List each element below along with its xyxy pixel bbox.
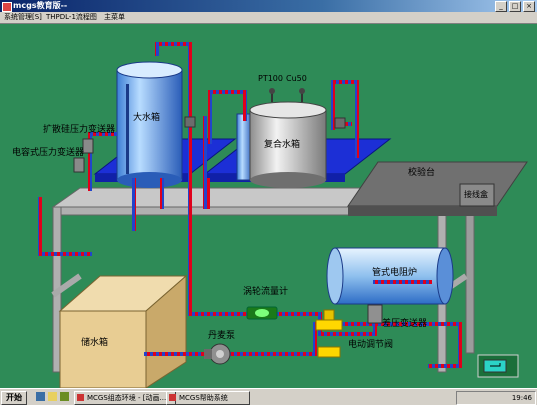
calibration-bench-front	[348, 206, 497, 216]
label-composite-tank: 复合水箱	[264, 140, 301, 150]
ie-icon[interactable]	[36, 392, 45, 401]
label-storage-tank: 储水箱	[81, 338, 109, 348]
process-diagram: 大水箱 复合水箱 扩散硅压力变送器 电容式压力变送器 PT100 Cu50 校验…	[0, 24, 537, 389]
menu-main-menu[interactable]: 主菜单	[104, 12, 125, 23]
label-big-tank: 大水箱	[133, 113, 161, 123]
label-tubular-furnace: 管式电阻炉	[372, 268, 418, 278]
menu-bar: 系统管理[S] THPDL-1流程图 主菜单	[0, 12, 537, 24]
taskbar-item-mcgs-config[interactable]: MCGS组态环境 - [动画...	[74, 391, 176, 405]
label-diffused-silicon-transmitter: 扩散硅压力变送器	[43, 125, 116, 135]
folder-icon[interactable]	[48, 392, 57, 401]
label-electric-valve: 电动调节阀	[348, 340, 394, 350]
close-button[interactable]: ×	[523, 1, 535, 12]
system-tray: 19:46	[456, 391, 536, 405]
dp-transmitter[interactable]	[367, 304, 383, 324]
menu-system-management[interactable]: 系统管理[S]	[4, 12, 42, 23]
label-dp-transmitter: 差压变送器	[382, 319, 428, 329]
label-pump: 丹麦泵	[208, 331, 236, 341]
app-icon	[2, 2, 12, 12]
flowmeter[interactable]	[246, 306, 278, 320]
taskbar-item-mcgs-help[interactable]: MCGS帮助系统	[166, 391, 250, 405]
big-tank	[116, 61, 183, 188]
mcgs-icon	[77, 394, 84, 401]
label-calibration-bench: 校验台	[408, 168, 436, 178]
exit-icon[interactable]	[477, 354, 519, 378]
menu-thpdl-flowchart[interactable]: THPDL-1流程图	[46, 12, 97, 23]
window-title: mcgs教育版--	[13, 1, 68, 10]
label-cu50: Cu50	[286, 74, 307, 83]
minimize-button[interactable]: _	[495, 1, 507, 12]
label-turbine-flowmeter: 涡轮流量计	[243, 287, 289, 297]
maximize-button[interactable]: □	[509, 1, 521, 12]
label-capacitive-transmitter: 电容式压力变送器	[12, 148, 85, 158]
label-junction-box: 接线盒	[464, 190, 488, 199]
desktop-icon[interactable]	[60, 392, 69, 401]
taskbar: 开始 MCGS组态环境 - [动画... MCGS帮助系统 19:46	[0, 388, 537, 405]
storage-tank	[58, 274, 188, 389]
label-pt100: PT100	[258, 74, 283, 83]
title-bar: mcgs教育版-- _ □ ×	[0, 0, 537, 12]
clock: 19:46	[511, 394, 532, 402]
help-icon	[169, 394, 176, 401]
start-button[interactable]: 开始	[1, 391, 27, 405]
start-label: 开始	[6, 393, 22, 402]
calibration-bench-top	[347, 161, 528, 207]
pump[interactable]	[204, 343, 231, 365]
